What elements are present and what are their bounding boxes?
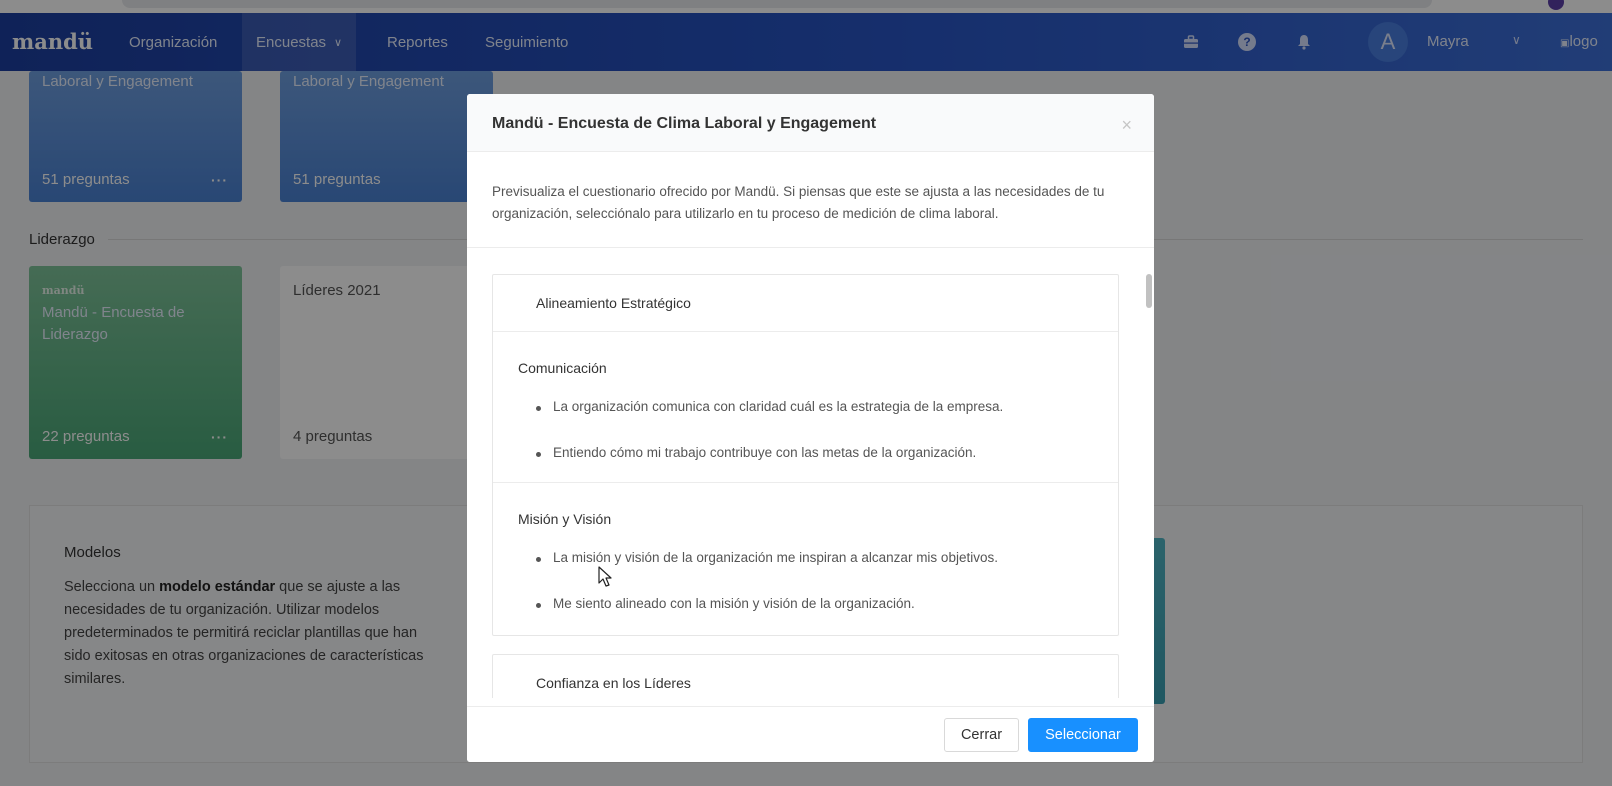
question-item: La organización comunica con claridad cu… (535, 399, 1004, 414)
question-group: Comunicación La organización comunica co… (493, 332, 1118, 483)
select-button[interactable]: Seleccionar (1028, 718, 1138, 752)
close-icon[interactable]: × (1121, 115, 1132, 136)
scrollbar-thumb[interactable] (1146, 274, 1152, 308)
modal-footer: Cerrar Seleccionar (467, 706, 1154, 762)
question-item: Entiendo cómo mi trabajo contribuye con … (535, 445, 977, 460)
group-title: Misión y Visión (518, 511, 612, 527)
modal-description: Previsualiza el cuestionario ofrecido po… (492, 184, 1105, 221)
modal-header: Mandü - Encuesta de Clima Laboral y Enga… (467, 94, 1154, 152)
question-panel: Alineamiento Estratégico Comunicación La… (492, 274, 1119, 636)
question-group: Misión y Visión La misión y visión de la… (493, 483, 1118, 634)
close-button[interactable]: Cerrar (944, 718, 1019, 752)
panel-header[interactable]: Confianza en los Líderes (493, 655, 1118, 698)
mouse-cursor-icon (598, 566, 612, 587)
survey-preview-modal: Mandü - Encuesta de Clima Laboral y Enga… (467, 94, 1154, 762)
question-item: La misión y visión de la organización me… (536, 550, 998, 565)
group-title: Comunicación (518, 360, 607, 376)
modal-scroll-body[interactable]: Alineamiento Estratégico Comunicación La… (492, 274, 1119, 698)
scrollbar-track[interactable] (1146, 274, 1152, 698)
panel-title: Confianza en los Líderes (536, 675, 691, 691)
modal-title: Mandü - Encuesta de Clima Laboral y Enga… (492, 115, 877, 132)
question-panel: Confianza en los Líderes (492, 654, 1119, 698)
panel-header[interactable]: Alineamiento Estratégico (493, 275, 1118, 332)
divider (467, 247, 1154, 248)
panel-title: Alineamiento Estratégico (536, 295, 691, 311)
question-item: Me siento alineado con la misión y visió… (536, 596, 915, 611)
